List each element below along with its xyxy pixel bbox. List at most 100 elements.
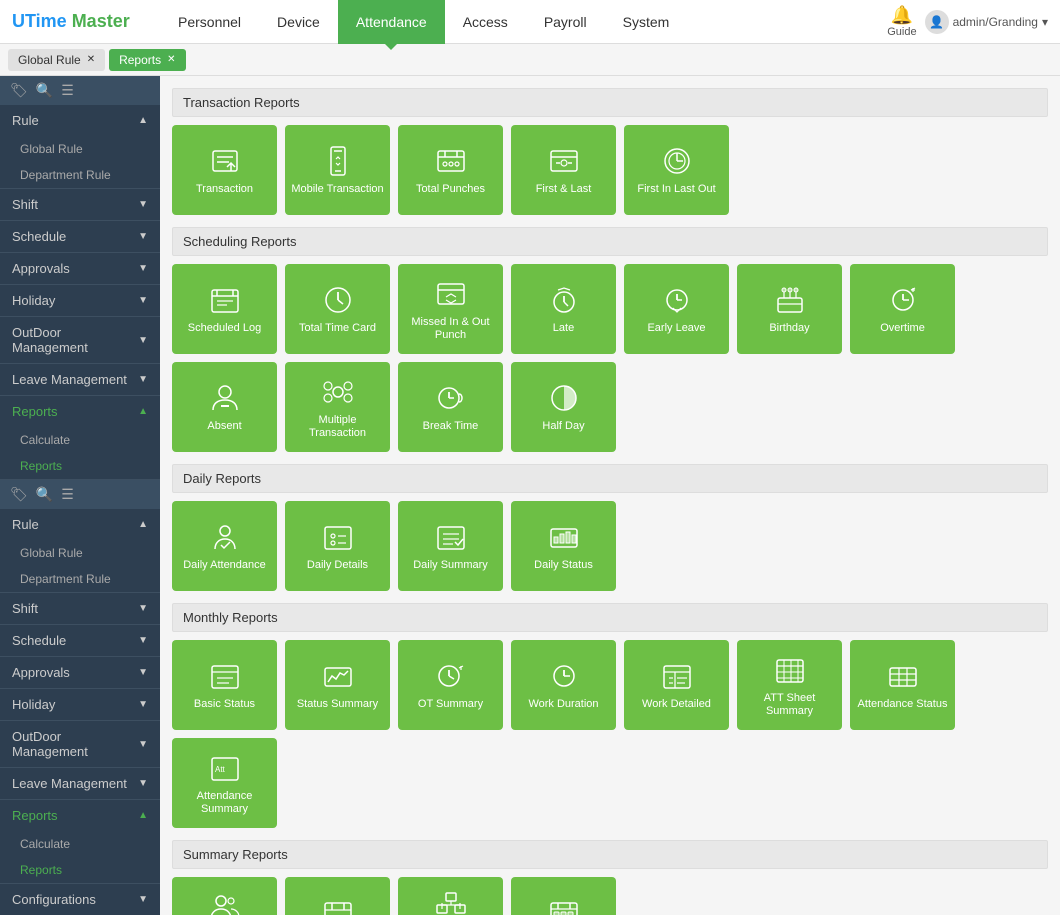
card-first-last[interactable]: First & Last bbox=[511, 125, 616, 215]
sidebar-outdoor-chevron-2: ▼ bbox=[138, 739, 148, 750]
sidebar-holiday-header[interactable]: Holiday ▼ bbox=[0, 285, 160, 316]
sidebar-calculate-1[interactable]: Calculate bbox=[0, 427, 160, 453]
user-info[interactable]: 👤 admin/Granding ▾ bbox=[925, 10, 1048, 34]
card-attendance-summary[interactable]: Att Attendance Summary bbox=[172, 738, 277, 828]
sidebar-config-chevron: ▼ bbox=[138, 894, 148, 905]
sidebar-menu-icon-2[interactable]: ☰ bbox=[61, 486, 74, 503]
nav-device[interactable]: Device bbox=[259, 0, 338, 44]
sidebar-section-shift-2: Shift ▼ bbox=[0, 593, 160, 625]
card-total-time-card[interactable]: Total Time Card bbox=[285, 264, 390, 354]
card-attendance-status[interactable]: Attendance Status bbox=[850, 640, 955, 730]
card-overtime[interactable]: Overtime bbox=[850, 264, 955, 354]
main-layout: 🏷 🔍 ☰ Rule ▲ Global Rule Department Rule… bbox=[0, 76, 1060, 915]
sidebar-shift-header[interactable]: Shift ▼ bbox=[0, 189, 160, 220]
sidebar-rule-label-2: Rule bbox=[12, 517, 39, 532]
card-first-in-last-out[interactable]: First In Last Out bbox=[624, 125, 729, 215]
card-leave-summary[interactable]: Leave Summary bbox=[285, 877, 390, 915]
nav-personnel[interactable]: Personnel bbox=[160, 0, 259, 44]
card-status-summary[interactable]: Status Summary bbox=[285, 640, 390, 730]
sidebar-tag-icon-2[interactable]: 🏷 bbox=[10, 486, 28, 503]
sidebar-config-header[interactable]: Configurations ▼ bbox=[0, 884, 160, 915]
sidebar-schedule-header-2[interactable]: Schedule ▼ bbox=[0, 625, 160, 656]
sidebar-holiday-chevron: ▼ bbox=[138, 295, 148, 306]
card-mobile-transaction-label: Mobile Transaction bbox=[291, 183, 383, 196]
sidebar-rule-header[interactable]: Rule ▲ bbox=[0, 105, 160, 136]
tab-reports[interactable]: Reports ✕ bbox=[109, 49, 185, 71]
sidebar-schedule-header[interactable]: Schedule ▼ bbox=[0, 221, 160, 252]
sidebar-leave-header-2[interactable]: Leave Management ▼ bbox=[0, 768, 160, 799]
content-area: Transaction Reports Transaction bbox=[160, 76, 1060, 915]
sidebar-section-1: 🏷 🔍 ☰ Rule ▲ Global Rule Department Rule bbox=[0, 76, 160, 189]
tab-global-rule-close[interactable]: ✕ bbox=[87, 54, 95, 65]
top-nav: UTime Master Personnel Device Attendance… bbox=[0, 0, 1060, 44]
card-att-sheet-summary-label: ATT Sheet Summary bbox=[743, 692, 836, 718]
sidebar-holiday-header-2[interactable]: Holiday ▼ bbox=[0, 689, 160, 720]
sidebar-menu-icon[interactable]: ☰ bbox=[61, 82, 74, 99]
card-yearly-summary[interactable]: Yearly Summary bbox=[511, 877, 616, 915]
sidebar-reports-sub-2[interactable]: Reports bbox=[0, 857, 160, 883]
summary-grid: Employee Summary Leave Summary bbox=[172, 877, 1048, 915]
sidebar-reports-header-2[interactable]: Reports ▲ bbox=[0, 800, 160, 831]
sidebar-approvals-header[interactable]: Approvals ▼ bbox=[0, 253, 160, 284]
card-basic-status[interactable]: Basic Status bbox=[172, 640, 277, 730]
sidebar-reports-header-1[interactable]: Reports ▲ bbox=[0, 396, 160, 427]
sidebar-search-icon-2[interactable]: 🔍 bbox=[36, 486, 53, 503]
sidebar-shift-header-2[interactable]: Shift ▼ bbox=[0, 593, 160, 624]
card-mobile-transaction[interactable]: Mobile Transaction bbox=[285, 125, 390, 215]
sidebar-outdoor-header-2[interactable]: OutDoor Management ▼ bbox=[0, 721, 160, 767]
card-total-punches[interactable]: Total Punches bbox=[398, 125, 503, 215]
nav-right: 🔔 Guide 👤 admin/Granding ▾ bbox=[887, 5, 1060, 38]
tab-reports-close[interactable]: ✕ bbox=[167, 54, 175, 65]
card-basic-status-label: Basic Status bbox=[194, 698, 255, 711]
nav-items: Personnel Device Attendance Access Payro… bbox=[160, 0, 887, 44]
card-break-time[interactable]: Break Time bbox=[398, 362, 503, 452]
nav-access[interactable]: Access bbox=[445, 0, 526, 44]
sidebar-search-icon[interactable]: 🔍 bbox=[36, 82, 53, 99]
card-birthday[interactable]: Birthday bbox=[737, 264, 842, 354]
card-department-summary[interactable]: Department Summary bbox=[398, 877, 503, 915]
sidebar-config-label: Configurations bbox=[12, 892, 96, 907]
card-daily-details[interactable]: Daily Details bbox=[285, 501, 390, 591]
tab-global-rule[interactable]: Global Rule ✕ bbox=[8, 49, 105, 71]
card-ot-summary[interactable]: OT Summary bbox=[398, 640, 503, 730]
card-absent[interactable]: Absent bbox=[172, 362, 277, 452]
sidebar-global-rule-2[interactable]: Global Rule bbox=[0, 540, 160, 566]
sidebar-department-rule[interactable]: Department Rule bbox=[0, 162, 160, 188]
sidebar-section-config: Configurations ▼ bbox=[0, 884, 160, 915]
sidebar-leave-label-2: Leave Management bbox=[12, 776, 127, 791]
card-daily-summary[interactable]: Daily Summary bbox=[398, 501, 503, 591]
guide-button[interactable]: 🔔 Guide bbox=[887, 5, 916, 38]
nav-attendance[interactable]: Attendance bbox=[338, 0, 445, 44]
sidebar-reports-sub-1[interactable]: Reports bbox=[0, 453, 160, 479]
nav-system[interactable]: System bbox=[605, 0, 688, 44]
sidebar-section-approvals-2: Approvals ▼ bbox=[0, 657, 160, 689]
sidebar-tag-icon[interactable]: 🏷 bbox=[10, 82, 28, 99]
sidebar-holiday-chevron-2: ▼ bbox=[138, 699, 148, 710]
card-multiple-transaction[interactable]: Multiple Transaction bbox=[285, 362, 390, 452]
sidebar-section-leave: Leave Management ▼ bbox=[0, 364, 160, 396]
sidebar-global-rule[interactable]: Global Rule bbox=[0, 136, 160, 162]
card-employee-summary[interactable]: Employee Summary bbox=[172, 877, 277, 915]
card-missed-in-out[interactable]: Missed In & Out Punch bbox=[398, 264, 503, 354]
card-daily-attendance[interactable]: Daily Attendance bbox=[172, 501, 277, 591]
card-work-detailed[interactable]: Work Detailed bbox=[624, 640, 729, 730]
card-scheduled-log[interactable]: Scheduled Log bbox=[172, 264, 277, 354]
sidebar-rule-chevron: ▲ bbox=[138, 115, 148, 126]
card-late[interactable]: Late bbox=[511, 264, 616, 354]
sidebar-rule-header-2[interactable]: Rule ▲ bbox=[0, 509, 160, 540]
tab-global-rule-label: Global Rule bbox=[18, 53, 81, 67]
card-early-leave[interactable]: Early Leave bbox=[624, 264, 729, 354]
card-att-sheet-summary[interactable]: ATT Sheet Summary bbox=[737, 640, 842, 730]
sidebar-approvals-header-2[interactable]: Approvals ▼ bbox=[0, 657, 160, 688]
card-work-duration[interactable]: Work Duration bbox=[511, 640, 616, 730]
sidebar-outdoor-header[interactable]: OutDoor Management ▼ bbox=[0, 317, 160, 363]
nav-payroll[interactable]: Payroll bbox=[526, 0, 605, 44]
card-daily-status[interactable]: Daily Status bbox=[511, 501, 616, 591]
sidebar-calculate-2[interactable]: Calculate bbox=[0, 831, 160, 857]
card-transaction[interactable]: Transaction bbox=[172, 125, 277, 215]
card-half-day[interactable]: Half Day bbox=[511, 362, 616, 452]
card-status-summary-label: Status Summary bbox=[297, 698, 378, 711]
sidebar-section-schedule-2: Schedule ▼ bbox=[0, 625, 160, 657]
sidebar-department-rule-2[interactable]: Department Rule bbox=[0, 566, 160, 592]
sidebar-leave-header[interactable]: Leave Management ▼ bbox=[0, 364, 160, 395]
